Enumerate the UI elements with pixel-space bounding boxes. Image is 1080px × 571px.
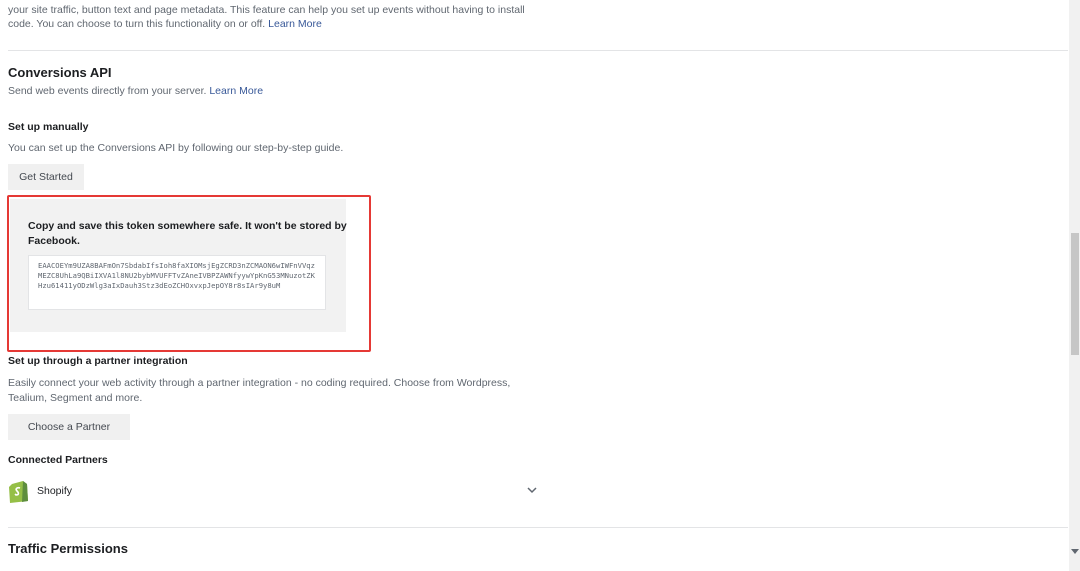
choose-partner-button[interactable]: Choose a Partner <box>8 414 130 440</box>
get-started-button[interactable]: Get Started <box>8 164 84 190</box>
connected-partners-heading: Connected Partners <box>8 454 108 466</box>
token-highlight-frame <box>7 195 371 352</box>
partner-desc-line2: Tealium, Segment and more. <box>8 392 143 404</box>
partner-integration-description: Easily connect your web activity through… <box>8 376 510 406</box>
partner-integration-heading: Set up through a partner integration <box>8 355 188 367</box>
top-description-text: code. You can choose to turn this functi… <box>8 18 266 30</box>
chevron-down-icon[interactable] <box>527 487 537 494</box>
conversions-api-description: Send web events directly from your serve… <box>8 85 263 97</box>
connected-partner-row[interactable]: Shopify <box>8 478 538 504</box>
divider-top <box>8 50 1068 51</box>
top-learn-more-link[interactable]: Learn More <box>268 18 322 30</box>
setup-manually-heading: Set up manually <box>8 121 89 133</box>
conversions-api-learn-more-link[interactable]: Learn More <box>209 85 263 97</box>
partner-desc-line1: Easily connect your web activity through… <box>8 377 511 389</box>
top-description-line1: your site traffic, button text and page … <box>8 4 525 16</box>
conversions-api-desc-text: Send web events directly from your serve… <box>8 85 207 97</box>
shopify-icon <box>9 481 28 503</box>
scrollbar-thumb[interactable] <box>1071 233 1079 355</box>
scroll-down-arrow-icon[interactable] <box>1071 549 1079 555</box>
top-description-line2: code. You can choose to turn this functi… <box>8 18 322 30</box>
shopify-label: Shopify <box>37 485 73 497</box>
setup-manually-description: You can set up the Conversions API by fo… <box>8 142 344 154</box>
traffic-permissions-title: Traffic Permissions <box>8 541 128 556</box>
divider-bottom <box>8 527 1068 528</box>
conversions-api-title: Conversions API <box>8 65 112 80</box>
